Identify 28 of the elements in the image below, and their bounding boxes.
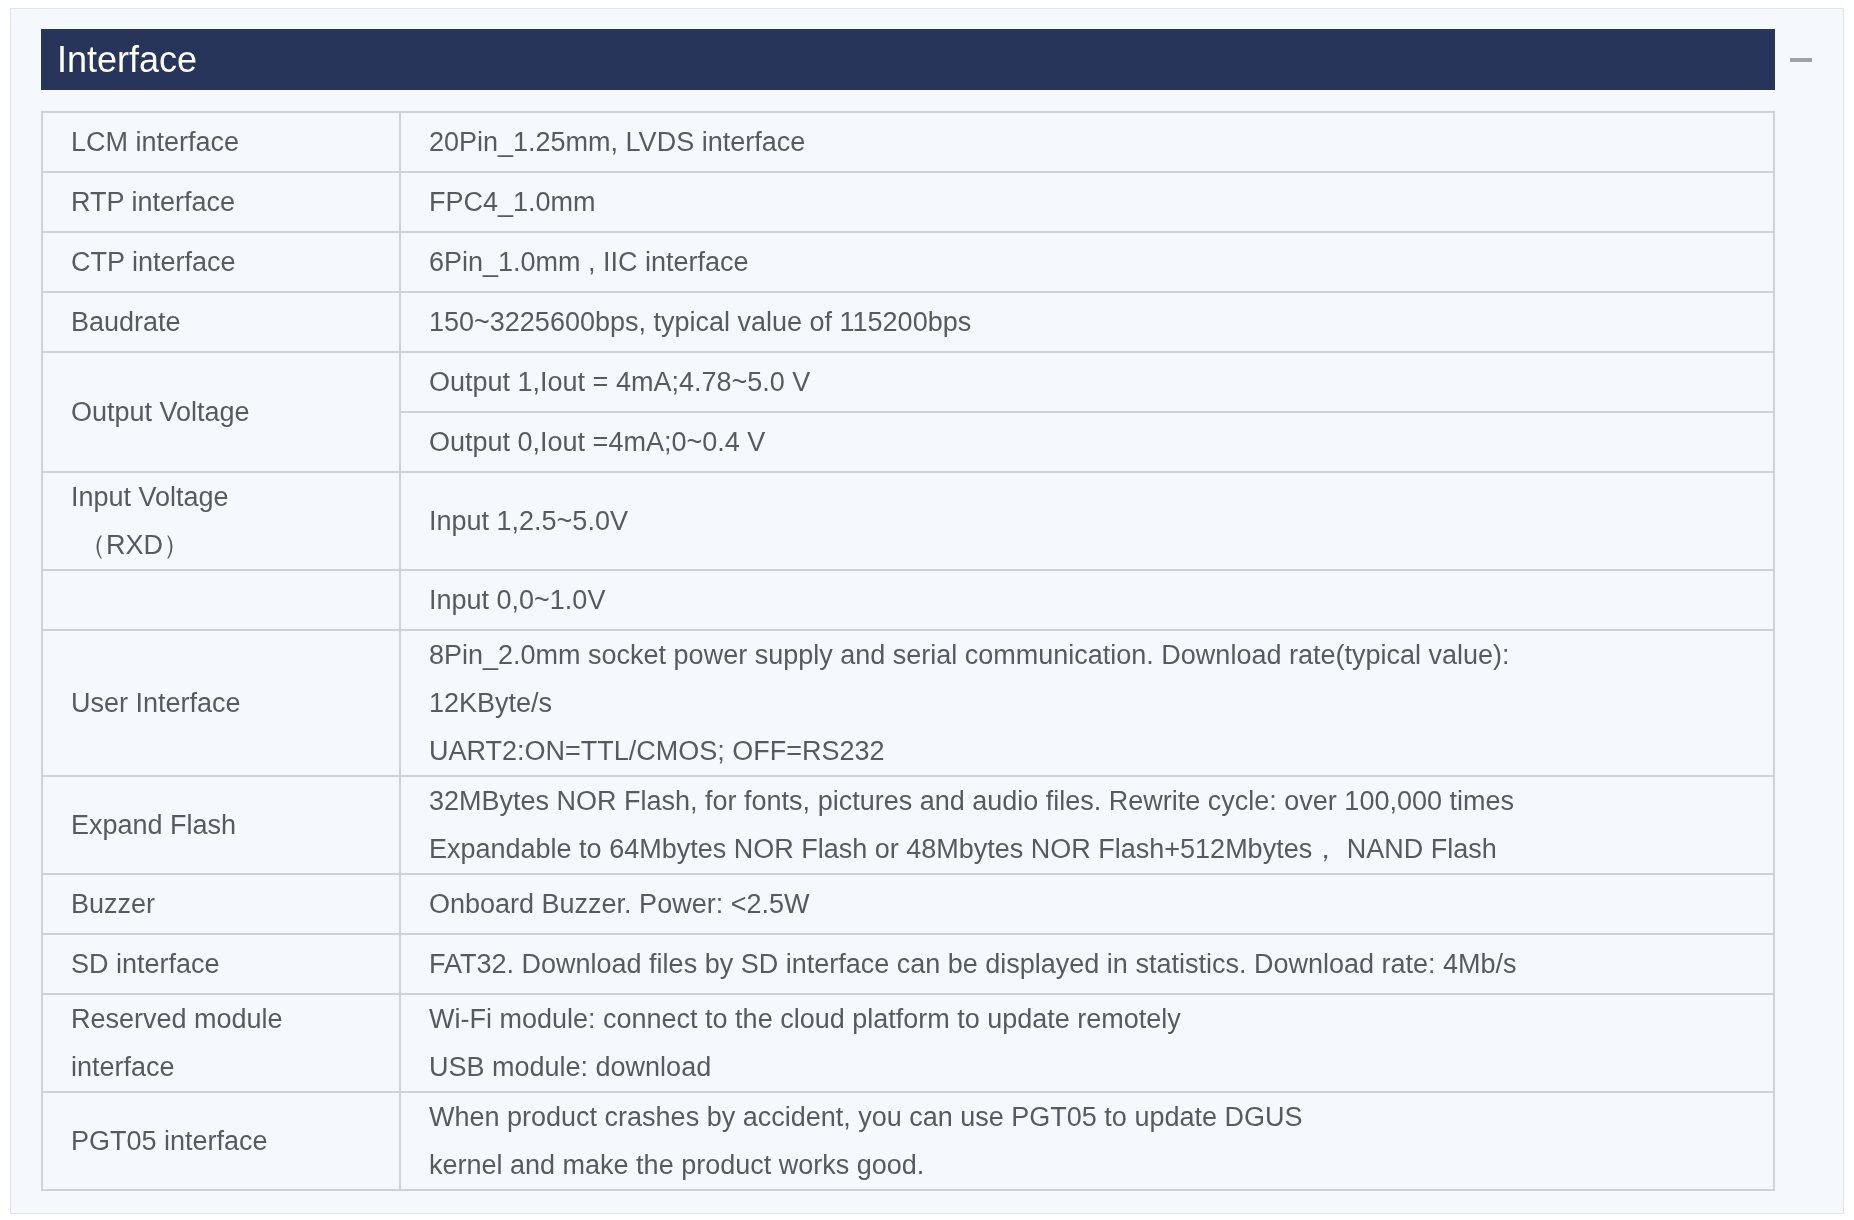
value-cell: 32MBytes NOR Flash, for fonts, pictures and audio files. Rewrite cycle: over 100,000 times Expandable to 64Mbytes NOR Flash or 48Mbytes NOR Flash+512Mbytes， NAND Flash <box>400 776 1774 874</box>
minus-icon <box>1790 57 1812 62</box>
value-cell: FPC4_1.0mm <box>400 172 1774 232</box>
label-cell: PGT05 interface <box>42 1092 400 1190</box>
label-cell: Baudrate <box>42 292 400 352</box>
label-cell: SD interface <box>42 934 400 994</box>
value-cell: FAT32. Download files by SD interface can be displayed in statistics. Download rate: 4Mb/s <box>400 934 1774 994</box>
label-cell: Output Voltage <box>42 352 400 472</box>
value-cell: When product crashes by accident, you can use PGT05 to update DGUS kernel and make the product works good. <box>400 1092 1774 1190</box>
value-cell: 20Pin_1.25mm, LVDS interface <box>400 112 1774 172</box>
label-cell: Input Voltage （RXD） <box>42 472 400 570</box>
label-cell: CTP interface <box>42 232 400 292</box>
value-cell: 8Pin_2.0mm socket power supply and serial communication. Download rate(typical value): 12KByte/s UART2:ON=TTL/CMOS; OFF=RS232 <box>400 630 1774 776</box>
value-cell: 150~3225600bps, typical value of 115200bps <box>400 292 1774 352</box>
label-cell: Reserved module interface <box>42 994 400 1092</box>
label-cell: LCM interface <box>42 112 400 172</box>
value-cell: Input 0,0~1.0V <box>400 570 1774 630</box>
label-cell: RTP interface <box>42 172 400 232</box>
value-cell: Wi-Fi module: connect to the cloud platform to update remotely USB module: download <box>400 994 1774 1092</box>
value-cell: 6Pin_1.0mm , IIC interface <box>400 232 1774 292</box>
label-cell: Buzzer <box>42 874 400 934</box>
label-cell: Expand Flash <box>42 776 400 874</box>
label-cell: User Interface <box>42 630 400 776</box>
value-cell: Output 0,Iout =4mA;0~0.4 V <box>400 412 1774 472</box>
value-cell: Output 1,Iout = 4mA;4.78~5.0 V <box>400 352 1774 412</box>
section-title: Interface <box>41 29 1775 90</box>
value-cell: Onboard Buzzer. Power: <2.5W <box>400 874 1774 934</box>
value-cell: Input 1,2.5~5.0V <box>400 472 1774 570</box>
